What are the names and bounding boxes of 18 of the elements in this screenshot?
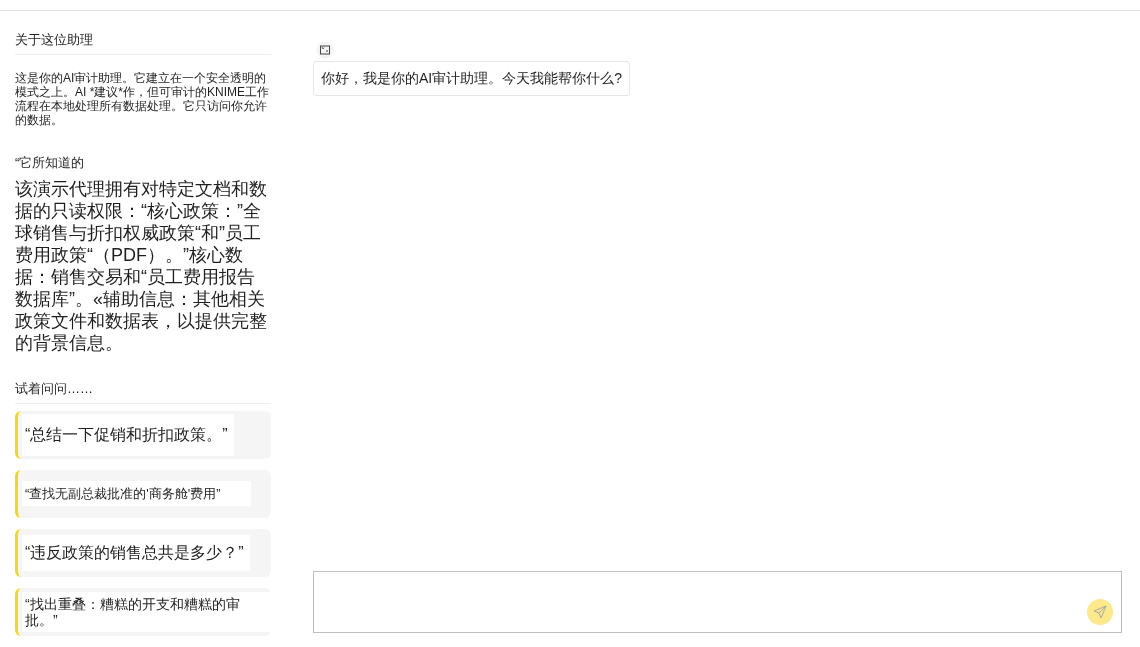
section-heading: 关于这位助理	[15, 30, 271, 55]
suggestion-card[interactable]: “违反政策的销售总共是多少？”	[15, 528, 271, 577]
suggestion-text: “违反政策的销售总共是多少？”	[22, 534, 250, 571]
suggestion-text: “找出重叠：糟糕的开支和糟糕的审批。”	[22, 591, 271, 632]
suggestion-card[interactable]: “总结一下促销和折扣政策。”	[15, 410, 271, 459]
message-input[interactable]	[313, 571, 1122, 633]
sparkle-image-icon	[316, 41, 334, 59]
suggestion-card[interactable]: “查找无副总裁批准的'商务舱'费用”	[15, 469, 271, 518]
suggestion-text: “总结一下促销和折扣政策。”	[22, 413, 234, 456]
chat-message: 你好，我是你的AI审计助理。今天我能帮你什么?	[313, 61, 630, 96]
knowledge-text: 该演示代理拥有对特定文档和数据的只读权限：“核心政策：”全球销售与折扣权威政策“和”员工费用政策“（PDF）。”核心数据：销售交易和“员工费用报告数据库”。«辅助信息：其他相关政策文件和数据表，以提供完整的背景信息。	[15, 178, 268, 354]
send-icon	[1092, 604, 1108, 620]
about-text: 这是你的AI审计助理。它建立在一个安全透明的模式之上。AI *建议*作，但可审计的KNIME工作流程在本地处理所有数据处理。它只访问你允许的数据。	[15, 70, 270, 127]
suggestion-card[interactable]: “找出重叠：糟糕的开支和糟糕的审批。”	[15, 587, 271, 636]
section-heading: “它所知道的	[15, 153, 86, 172]
section-heading: 试着问问……	[15, 379, 271, 404]
suggestion-text: “查找无副总裁批准的'商务舱'费用”	[22, 481, 251, 506]
send-button[interactable]	[1087, 599, 1113, 625]
